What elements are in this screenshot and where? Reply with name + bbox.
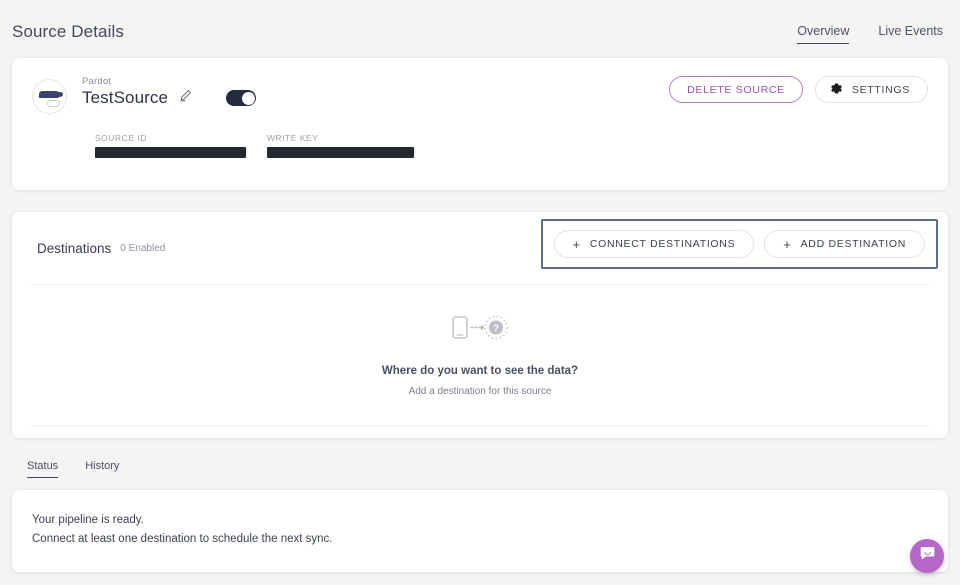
- nav-tabs: Overview Live Events: [797, 22, 943, 44]
- source-details-card: Pardot TestSource SOURCE ID WRITE KEY DE…: [12, 58, 948, 190]
- pipeline-status-card: Your pipeline is ready. Connect at least…: [12, 490, 948, 572]
- destinations-card: Destinations 0 Enabled + CONNECT DESTINA…: [12, 212, 948, 438]
- chat-bubble-icon: [919, 545, 936, 567]
- top-bar: Source Details Overview Live Events: [0, 0, 960, 58]
- plus-icon: +: [783, 236, 792, 252]
- pencil-icon[interactable]: [179, 89, 192, 107]
- destinations-empty-state: ? Where do you want to see the data? Add…: [12, 285, 948, 425]
- destinations-title: Destinations: [37, 240, 112, 256]
- tab-live-events[interactable]: Live Events: [878, 24, 943, 44]
- status-tabs: Status History: [27, 460, 960, 478]
- delete-source-button[interactable]: DELETE SOURCE: [669, 76, 803, 103]
- add-destination-label: ADD DESTINATION: [800, 238, 906, 250]
- divider-bottom: [30, 425, 930, 426]
- svg-text:?: ?: [493, 323, 499, 334]
- empty-state-title: Where do you want to see the data?: [381, 365, 579, 377]
- empty-state-subtitle: Add a destination for this source: [408, 386, 552, 397]
- source-id-redacted-value[interactable]: [95, 147, 246, 158]
- destinations-actions-highlight: + CONNECT DESTINATIONS + ADD DESTINATION: [540, 219, 938, 269]
- source-actions: DELETE SOURCE SETTINGS: [669, 76, 928, 103]
- settings-button-label: SETTINGS: [851, 83, 910, 96]
- tab-history[interactable]: History: [85, 460, 119, 478]
- tab-status[interactable]: Status: [27, 460, 59, 478]
- chat-widget-button[interactable]: [910, 539, 944, 573]
- connect-destinations-button[interactable]: + CONNECT DESTINATIONS: [553, 230, 755, 258]
- write-key-field: WRITE KEY: [267, 133, 414, 158]
- source-id-field: SOURCE ID: [95, 133, 267, 158]
- destinations-count: 0 Enabled: [120, 242, 166, 254]
- destinations-header: Destinations 0 Enabled + CONNECT DESTINA…: [12, 212, 948, 284]
- plus-icon: +: [572, 236, 581, 252]
- add-destination-button[interactable]: + ADD DESTINATION: [764, 230, 925, 258]
- source-meta: Pardot TestSource: [82, 76, 257, 108]
- phone-to-unknown-icon: ?: [452, 313, 508, 346]
- pipeline-status-line-2: Connect at least one destination to sche…: [32, 533, 333, 545]
- source-name: TestSource: [82, 88, 169, 107]
- source-keys: SOURCE ID WRITE KEY: [95, 133, 928, 158]
- gear-icon: [830, 82, 843, 98]
- settings-button[interactable]: SETTINGS: [814, 76, 928, 103]
- write-key-label: WRITE KEY: [267, 133, 319, 143]
- page-title: Source Details: [12, 22, 124, 41]
- pipeline-status-line-1: Your pipeline is ready.: [32, 514, 144, 526]
- source-id-label: SOURCE ID: [95, 133, 147, 143]
- connect-destinations-label: CONNECT DESTINATIONS: [589, 238, 736, 250]
- write-key-redacted-value[interactable]: [267, 147, 414, 158]
- source-name-row: TestSource: [82, 88, 257, 108]
- pardot-logo-icon: [32, 79, 67, 114]
- source-enabled-toggle[interactable]: [226, 90, 257, 106]
- tab-overview[interactable]: Overview: [797, 24, 850, 44]
- source-kind-label: Pardot: [82, 76, 112, 87]
